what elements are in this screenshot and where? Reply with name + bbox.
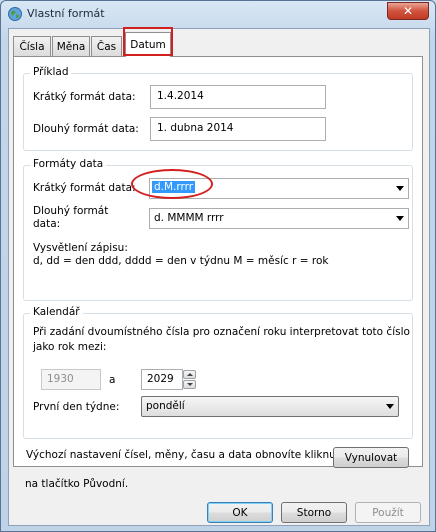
ok-button[interactable]: OK	[207, 502, 273, 523]
tab-datum[interactable]: Datum	[125, 32, 171, 57]
example-short-label: Krátký formát data:	[33, 91, 136, 103]
chevron-down-icon[interactable]	[396, 186, 404, 191]
spin-up-icon[interactable]	[183, 370, 196, 379]
short-format-combobox[interactable]: d.M.rrrr	[149, 178, 409, 199]
spin-down-icon[interactable]	[183, 380, 196, 389]
close-icon: ✕	[402, 4, 414, 18]
first-day-combobox[interactable]: pondělí	[141, 396, 399, 417]
year-to-spinner[interactable]	[183, 370, 196, 389]
dialog-window: Vlastní formát ✕ Čísla Měna Čas Datum Př…	[0, 0, 436, 532]
example-long-label: Dlouhý formát data:	[33, 123, 139, 135]
example-short-value: 1.4.2014	[150, 85, 326, 109]
long-format-label-line2: data:	[33, 218, 61, 230]
tab-panel-datum: Příklad Krátký formát data: 1.4.2014 Dlo…	[13, 56, 423, 468]
formats-group: Formáty data Krátký formát data: d.M.rrr…	[23, 158, 413, 301]
long-format-value[interactable]: d. MMMM rrrr	[154, 212, 224, 224]
tab-mena[interactable]: Měna	[52, 36, 90, 56]
notation-text: d, dd = den ddd, dddd = den v týdnu M = …	[33, 255, 329, 267]
reset-button[interactable]: Vynulovat	[333, 447, 409, 468]
example-group-title: Příklad	[30, 66, 72, 78]
short-format-label: Krátký formát data:	[33, 182, 136, 194]
and-label: a	[109, 374, 116, 386]
formats-group-title: Formáty data	[30, 158, 107, 170]
globe-icon	[8, 7, 22, 21]
long-format-combobox[interactable]: d. MMMM rrrr	[149, 208, 409, 229]
calendar-group: Kalendář Při zadání dvoumístného čísla p…	[23, 306, 413, 439]
chevron-down-icon[interactable]	[386, 404, 394, 409]
calendar-group-title: Kalendář	[30, 306, 83, 318]
reset-description-line2: na tlačítko Původní.	[25, 478, 129, 490]
chevron-down-icon[interactable]	[396, 216, 404, 221]
year-from-field: 1930	[41, 369, 101, 390]
tab-cisla[interactable]: Čísla	[13, 36, 51, 56]
title-bar[interactable]: Vlastní formát ✕	[1, 1, 435, 27]
tab-cas[interactable]: Čas	[91, 36, 122, 56]
dialog-client: Čísla Měna Čas Datum Příklad Krátký form…	[8, 27, 430, 526]
year-to-field[interactable]: 2029	[141, 369, 183, 390]
long-format-label-line1: Dlouhý formát	[33, 205, 109, 217]
calendar-description-line2: jako rok mezi:	[33, 341, 107, 353]
reset-description-line1: Výchozí nastavení čísel, měny, času a da…	[26, 449, 354, 461]
first-day-value[interactable]: pondělí	[146, 400, 185, 412]
close-button[interactable]: ✕	[387, 2, 429, 20]
short-format-value[interactable]: d.M.rrrr	[152, 181, 196, 193]
example-long-value: 1. dubna 2014	[150, 117, 326, 141]
first-day-label: První den týdne:	[33, 401, 120, 413]
cancel-button[interactable]: Storno	[281, 502, 347, 523]
notation-title: Vysvětlení zápisu:	[33, 242, 128, 254]
apply-button[interactable]: Použít	[355, 502, 421, 523]
example-group: Příklad Krátký formát data: 1.4.2014 Dlo…	[23, 66, 413, 151]
window-title: Vlastní formát	[27, 7, 105, 20]
calendar-description-line1: Při zadání dvoumístného čísla pro označe…	[33, 326, 410, 338]
